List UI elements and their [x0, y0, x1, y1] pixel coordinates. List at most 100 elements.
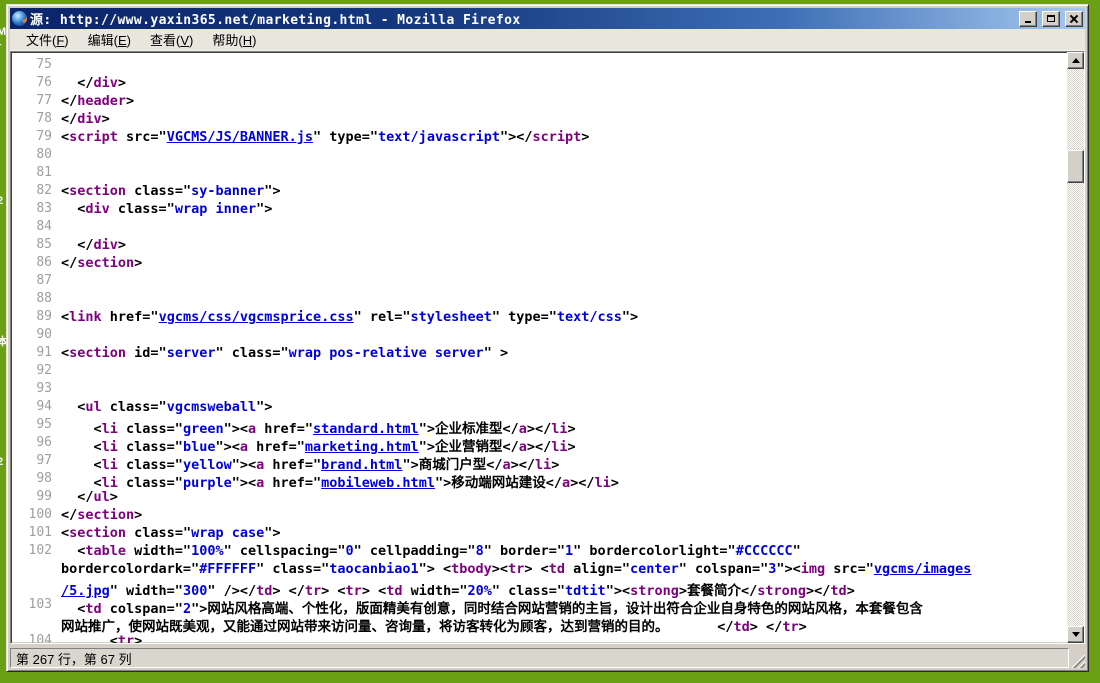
cursor-position-text: 第 267 行，第 67 列 — [16, 649, 132, 668]
source-line: 94 <ul class="vgcmsweball"> — [11, 399, 1067, 417]
desktop-icon-label-fragment: 2 — [0, 456, 3, 468]
source-code-text: <li class="purple"><a href="mobileweb.ht… — [61, 471, 619, 489]
minimize-button[interactable] — [1019, 11, 1037, 27]
status-bar: 第 267 行，第 67 列 — [10, 646, 1085, 668]
line-number: 102 — [11, 543, 61, 561]
source-code-text: <table width="100%" cellspacing="0" cell… — [61, 543, 801, 561]
menu-item-f[interactable]: 文件(F) — [17, 28, 79, 51]
line-number: 100 — [11, 507, 61, 525]
vertical-scrollbar[interactable] — [1067, 52, 1084, 643]
source-line: 95 <li class="green"><a href="standard.h… — [11, 417, 1067, 435]
source-line: 89<link href="vgcms/css/vgcmsprice.css" … — [11, 309, 1067, 327]
line-number: 95 — [11, 417, 61, 435]
line-number: 86 — [11, 255, 61, 273]
scroll-down-button[interactable] — [1067, 626, 1084, 643]
source-line: 78</div> — [11, 111, 1067, 129]
source-link[interactable]: vgcms/css/vgcmsprice.css — [159, 309, 354, 325]
source-link[interactable]: mobileweb.html — [321, 475, 435, 491]
source-line: bordercolordark="#FFFFFF" class="taocanb… — [11, 561, 1067, 579]
source-link[interactable]: vgcms/images — [874, 561, 972, 577]
source-code-text: <div class="wrap inner"> — [61, 201, 272, 219]
line-number: 79 — [11, 129, 61, 147]
line-number: 77 — [11, 93, 61, 111]
minimize-icon — [1025, 21, 1031, 23]
close-button[interactable] — [1065, 11, 1083, 27]
line-number: 75 — [11, 57, 61, 75]
title-bar[interactable]: 源: http://www.yaxin365.net/marketing.htm… — [10, 8, 1085, 29]
source-line: 96 <li class="blue"><a href="marketing.h… — [11, 435, 1067, 453]
source-code-text: </section> — [61, 507, 142, 525]
source-line: 86</section> — [11, 255, 1067, 273]
source-line: 80 — [11, 147, 1067, 165]
line-number: 104 — [11, 633, 61, 643]
source-line: 83 <div class="wrap inner"> — [11, 201, 1067, 219]
line-number: 82 — [11, 183, 61, 201]
line-number: 84 — [11, 219, 61, 237]
menu-mnemonic: E — [118, 33, 127, 48]
desktop-icon-label-fragment: 2 — [0, 195, 3, 207]
line-number: 78 — [11, 111, 61, 129]
scroll-up-button[interactable] — [1067, 52, 1084, 69]
source-line: 98 <li class="purple"><a href="mobileweb… — [11, 471, 1067, 489]
source-code-text: 网站推广，使网站既美观，又能通过网站带来访问量、咨询量，将访客转化为顾客，达到营… — [61, 615, 807, 633]
line-number: 103 — [11, 597, 61, 615]
source-code-text: </ul> — [61, 489, 118, 507]
source-code-text: </header> — [61, 93, 134, 111]
source-line: 网站推广，使网站既美观，又能通过网站带来访问量、咨询量，将访客转化为顾客，达到营… — [11, 615, 1067, 633]
source-line: 76 </div> — [11, 75, 1067, 93]
source-line: 82<section class="sy-banner"> — [11, 183, 1067, 201]
source-line: 75 — [11, 57, 1067, 75]
line-number — [11, 615, 61, 633]
line-number: 99 — [11, 489, 61, 507]
line-number — [11, 561, 61, 579]
line-number: 98 — [11, 471, 61, 489]
source-code-text: /5.jpg" width="300" /></td> </tr> <tr> <… — [61, 579, 855, 597]
firefox-icon — [12, 11, 27, 26]
source-line: 90 — [11, 327, 1067, 345]
menu-mnemonic: V — [180, 33, 189, 48]
source-code-text: <tr> — [61, 633, 142, 643]
source-code-text: </div> — [61, 237, 126, 255]
menu-item-v[interactable]: 查看(V) — [141, 28, 203, 51]
line-number: 89 — [11, 309, 61, 327]
line-number: 76 — [11, 75, 61, 93]
line-number — [11, 579, 61, 597]
menu-item-e[interactable]: 编辑(E) — [79, 28, 141, 51]
menu-mnemonic: H — [243, 33, 252, 48]
source-line: 77</header> — [11, 93, 1067, 111]
source-code-text: <script src="VGCMS/JS/BANNER.js" type="t… — [61, 129, 589, 147]
view-source-window: 源: http://www.yaxin365.net/marketing.htm… — [6, 4, 1089, 672]
source-code-text: </section> — [61, 255, 142, 273]
maximize-icon — [1047, 15, 1055, 22]
source-line: 99 </ul> — [11, 489, 1067, 507]
source-code-text: </div> — [61, 52, 167, 57]
source-line: 93 — [11, 381, 1067, 399]
source-code-text: <li class="blue"><a href="marketing.html… — [61, 435, 576, 453]
line-number: 87 — [11, 273, 61, 291]
source-code-text: bordercolordark="#FFFFFF" class="taocanb… — [61, 561, 971, 579]
content-area: </div>7576 </div>77</header>78</div>79<s… — [10, 51, 1085, 644]
source-link[interactable]: VGCMS/JS/BANNER.js — [167, 129, 313, 145]
line-number: 80 — [11, 147, 61, 165]
source-view: </div>7576 </div>77</header>78</div>79<s… — [11, 52, 1067, 643]
line-number: 85 — [11, 237, 61, 255]
source-line: 79<script src="VGCMS/JS/BANNER.js" type=… — [11, 129, 1067, 147]
scroll-down-icon — [1072, 632, 1080, 641]
source-code-text: <section id="server" class="wrap pos-rel… — [61, 345, 508, 363]
line-number: 90 — [11, 327, 61, 345]
maximize-button[interactable] — [1042, 11, 1060, 27]
line-number: 88 — [11, 291, 61, 309]
menu-mnemonic: F — [56, 33, 64, 48]
source-code-text: <section class="wrap case"> — [61, 525, 281, 543]
resize-grip-icon[interactable] — [1071, 654, 1085, 668]
line-number: 101 — [11, 525, 61, 543]
line-number: 93 — [11, 381, 61, 399]
desktop-icon-label-fragment: r — [0, 41, 1, 53]
source-code-text: <td colspan="2">网站风格高端、个性化，版面精美有创意，同时结合网… — [61, 597, 923, 615]
source-code-text: <ul class="vgcmsweball"> — [61, 399, 272, 417]
source-code-text: <li class="green"><a href="standard.html… — [61, 417, 576, 435]
menu-item-h[interactable]: 帮助(H) — [203, 28, 266, 51]
line-number: 94 — [11, 399, 61, 417]
line-number: 83 — [11, 201, 61, 219]
scrollbar-thumb[interactable] — [1067, 150, 1084, 183]
